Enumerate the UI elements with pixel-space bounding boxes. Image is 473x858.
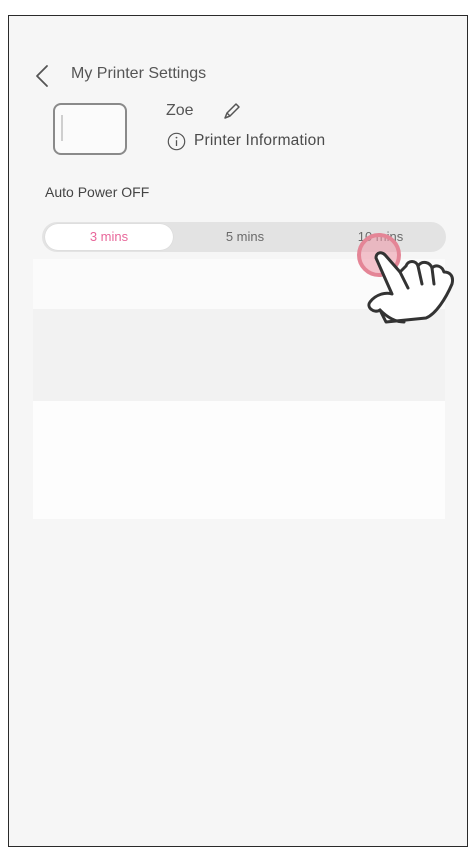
app-screen: My Printer Settings Zoe Printer Informat… [8, 15, 468, 847]
page-title: My Printer Settings [71, 65, 207, 82]
chevron-left-icon[interactable] [33, 64, 53, 88]
auto-power-off-label: Auto Power OFF [45, 184, 150, 200]
settings-panel-lower [33, 401, 445, 519]
header: My Printer Settings [9, 61, 467, 91]
option-5-mins[interactable]: 5 mins [180, 222, 310, 252]
printer-icon [53, 103, 127, 155]
info-circle-icon [167, 132, 186, 150]
printer-name: Zoe [166, 102, 194, 119]
pencil-icon[interactable] [221, 100, 243, 122]
printer-slot [61, 115, 63, 141]
pointing-hand-icon [367, 251, 454, 324]
option-3-mins[interactable]: 3 mins [45, 224, 173, 250]
printer-information-link[interactable]: Printer Information [167, 130, 325, 152]
printer-information-label: Printer Information [194, 132, 326, 149]
